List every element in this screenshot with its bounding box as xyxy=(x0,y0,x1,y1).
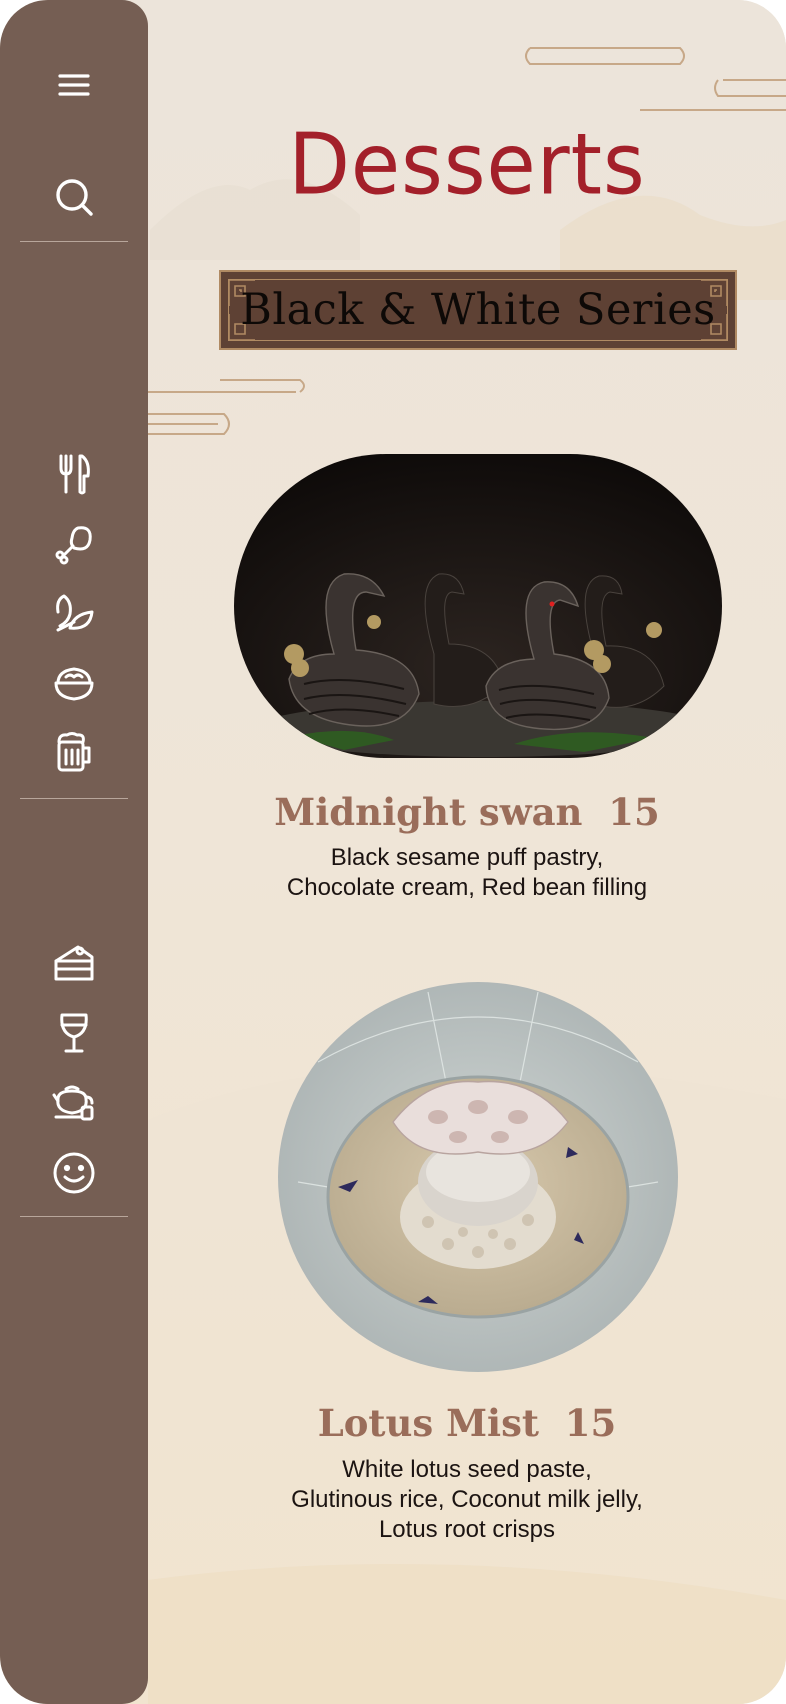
sidebar-item-meat[interactable] xyxy=(44,514,104,574)
series-banner: Black & White Series xyxy=(219,270,737,350)
wine-glass-icon xyxy=(60,1013,88,1053)
teapot-icon xyxy=(52,1085,94,1121)
sidebar-item-tea[interactable] xyxy=(44,1073,104,1133)
sidebar-item-feedback[interactable] xyxy=(44,1143,104,1203)
sidebar-item-mains[interactable] xyxy=(44,444,104,504)
dish-title: Lotus Mist 15 xyxy=(148,1401,786,1445)
description-line: Black sesame puff pastry, xyxy=(330,844,604,871)
smiley-icon xyxy=(53,1152,95,1194)
page-title: Desserts xyxy=(288,115,646,214)
sidebar-item-wine[interactable] xyxy=(44,1003,104,1063)
dish-description: Black sesame puff pastry, Chocolate crea… xyxy=(148,843,786,903)
fork-knife-icon xyxy=(59,454,90,495)
dish-name: Midnight swan xyxy=(274,790,583,834)
series-subtitle: Black & White Series xyxy=(240,285,716,335)
search-icon xyxy=(56,179,93,216)
sidebar-item-rice[interactable] xyxy=(44,653,104,713)
lotus-dessert-image xyxy=(278,982,678,1372)
beer-mug-icon xyxy=(57,732,91,772)
dish-price: 15 xyxy=(608,790,660,834)
dish-photo-lotus-mist[interactable] xyxy=(278,982,678,1372)
cake-icon xyxy=(54,945,94,981)
sidebar-item-desserts[interactable] xyxy=(44,933,104,993)
sidebar-item-drinks[interactable] xyxy=(44,722,104,782)
description-line: White lotus seed paste, xyxy=(342,1456,592,1483)
menu-button[interactable] xyxy=(44,55,104,115)
dish-title: Midnight swan 15 xyxy=(148,790,786,834)
description-line: Chocolate cream, Red bean filling xyxy=(286,874,648,901)
dish-description: White lotus seed paste, Glutinous rice, … xyxy=(148,1455,786,1545)
leaf-icon xyxy=(56,594,94,632)
dish-price: 15 xyxy=(564,1401,617,1445)
search-button[interactable] xyxy=(44,167,104,227)
dish-photo-midnight-swan[interactable] xyxy=(234,454,722,758)
sidebar-item-vegetables[interactable] xyxy=(44,584,104,644)
rice-bowl-icon xyxy=(54,667,94,701)
sidebar-divider xyxy=(20,241,128,242)
dish-name: Lotus Mist xyxy=(317,1401,540,1445)
menu-icon xyxy=(58,74,90,96)
description-line: Lotus root crisps xyxy=(378,1516,556,1543)
sidebar-divider xyxy=(20,1216,128,1217)
sidebar xyxy=(0,0,148,1704)
description-line: Glutinous rice, Coconut milk jelly, xyxy=(291,1486,643,1513)
sidebar-divider xyxy=(20,798,128,799)
app-frame: Desserts Black & White Series Midnight s… xyxy=(0,0,786,1704)
swan-pastry-image xyxy=(234,454,722,758)
chicken-leg-icon xyxy=(55,526,92,565)
